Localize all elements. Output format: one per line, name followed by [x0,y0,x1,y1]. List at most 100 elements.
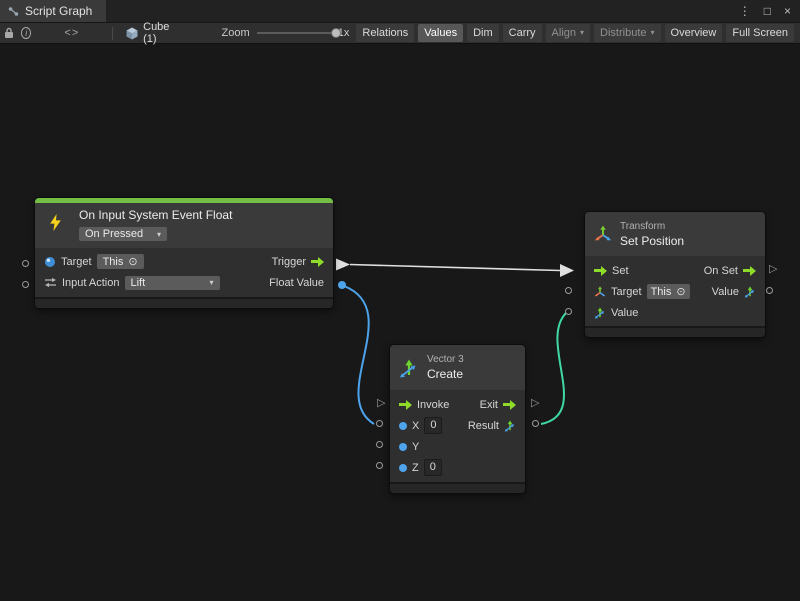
transform-node-type: Transform [620,221,684,232]
result-label: Result [468,420,499,432]
wire-result-to-value[interactable] [541,313,566,424]
zoom-label: Zoom [222,27,250,39]
wire-trigger-to-set[interactable] [350,265,560,271]
zoom-slider-handle[interactable] [331,28,341,38]
cube-icon [126,27,138,40]
x-value-field[interactable]: 0 [424,417,442,434]
z-input-port[interactable] [376,462,383,469]
vector-node-footer [390,482,525,493]
fullscreen-button[interactable]: Full Screen [726,24,794,42]
transform-value-input-port[interactable] [565,308,572,315]
input-action-value: Lift [131,277,146,289]
trigger-flow-port[interactable] [311,257,324,267]
exit-flow-port[interactable] [503,400,516,410]
result-output-port[interactable] [532,420,539,427]
y-label: Y [412,441,419,453]
overview-button[interactable]: Overview [665,24,723,42]
carry-button[interactable]: Carry [503,24,542,42]
graph-target[interactable]: Cube (1) [126,21,176,45]
event-input-action-row: Input Action Lift ▾ Float Value [35,272,333,293]
float-type-dot-icon [399,443,407,451]
transform-target-label: Target [611,286,642,298]
transform-type-icon [594,286,606,298]
align-label: Align [552,27,576,39]
dim-button[interactable]: Dim [467,24,499,42]
maximize-icon[interactable]: □ [764,4,771,18]
wire-trigger-end-arrow[interactable] [560,264,574,277]
vector-node-title: Create [427,367,464,381]
info-icon[interactable]: i [21,27,31,39]
transform-target-field[interactable]: This ⊙ [647,284,690,299]
float-type-dot-icon [399,464,407,472]
event-target-value: This [103,256,124,268]
nav-angles-icon[interactable]: <> [64,27,79,39]
transform-value-output-port[interactable] [766,287,773,294]
event-target-label: Target [61,256,92,268]
x-label: X [412,420,419,432]
event-target-input-port[interactable] [22,260,29,267]
on-set-output-port[interactable]: ▷ [769,264,777,275]
node-on-input-system-event-float[interactable]: On Input System Event Float On Pressed ▾… [35,198,333,308]
graph-toolbar: i <> Cube (1) Zoom 1x Relations Values D… [0,22,800,44]
on-set-label: On Set [704,265,738,277]
z-value-field[interactable]: 0 [424,459,442,476]
distribute-dropdown[interactable]: Distribute ▾ [594,24,660,42]
invoke-label: Invoke [417,399,449,411]
x-input-port[interactable] [376,420,383,427]
vector3-result-icon [504,420,516,432]
event-node-header[interactable]: On Input System Event Float On Pressed ▾ [35,203,333,248]
vector-y-row: Y [390,436,525,457]
on-set-flow-port[interactable] [743,266,756,276]
exit-output-port[interactable]: ▷ [531,398,539,409]
event-mode-dropdown[interactable]: On Pressed ▾ [79,227,167,241]
transform-node-header[interactable]: Transform Set Position [585,212,765,256]
invoke-flow-port[interactable] [399,400,412,410]
set-flow-port[interactable] [594,266,607,276]
vector-node-type: Vector 3 [427,354,464,365]
relations-button[interactable]: Relations [356,24,414,42]
menu-icon[interactable]: ⋮ [739,4,751,18]
tab-label: Script Graph [25,4,92,18]
vector-x-row: X 0 Result [390,415,525,436]
lock-icon[interactable] [4,27,14,39]
vector-node-header[interactable]: Vector 3 Create [390,345,525,390]
zoom-slider[interactable] [257,26,331,40]
transform-set-row: Set On Set [585,260,765,281]
node-transform-set-position[interactable]: Transform Set Position Set On Set [585,212,765,337]
toolbar-buttons: Relations Values Dim Carry Align ▾ Distr… [356,24,796,42]
y-input-port[interactable] [376,441,383,448]
gameobject-icon [44,256,56,268]
event-input-action-input-port[interactable] [22,281,29,288]
chevron-down-icon: ▾ [580,29,584,38]
transform-node-footer [585,326,765,337]
float-value-output-port[interactable] [338,281,346,289]
transform-icon [594,225,612,243]
wire-trigger-start-arrow[interactable] [336,259,350,271]
self-target-icon: ⊙ [676,285,685,298]
align-dropdown[interactable]: Align ▾ [546,24,590,42]
values-button[interactable]: Values [418,24,463,42]
chevron-down-icon: ▾ [209,278,213,287]
input-action-dropdown[interactable]: Lift ▾ [125,276,220,290]
invoke-input-port[interactable]: ▷ [377,398,385,409]
exit-label: Exit [480,399,498,411]
window-controls: ⋮ □ × [739,0,800,22]
target-name: Cube (1) [143,21,176,45]
tab-script-graph[interactable]: Script Graph [0,0,106,22]
wire-floatvalue-to-x[interactable] [344,286,374,424]
close-icon[interactable]: × [784,4,791,18]
transform-node-body: Set On Set Target [585,256,765,326]
vector3-value-out-icon [744,286,756,298]
transform-target-input-port[interactable] [565,287,572,294]
transform-target-row: Target This ⊙ Value [585,281,765,302]
event-target-field[interactable]: This ⊙ [97,254,144,269]
graph-canvas[interactable]: On Input System Event Float On Pressed ▾… [0,44,800,601]
event-node-title: On Input System Event Float [79,208,324,222]
transform-target-value: This [651,286,672,298]
zoom-slider-track [257,32,331,34]
input-action-icon [44,277,57,288]
vector3-icon [399,358,419,378]
event-target-row: Target This ⊙ Trigger [35,251,333,272]
node-vector3-create[interactable]: Vector 3 Create Invoke Exit X 0 Result [390,345,525,493]
chevron-down-icon: ▾ [157,230,161,239]
